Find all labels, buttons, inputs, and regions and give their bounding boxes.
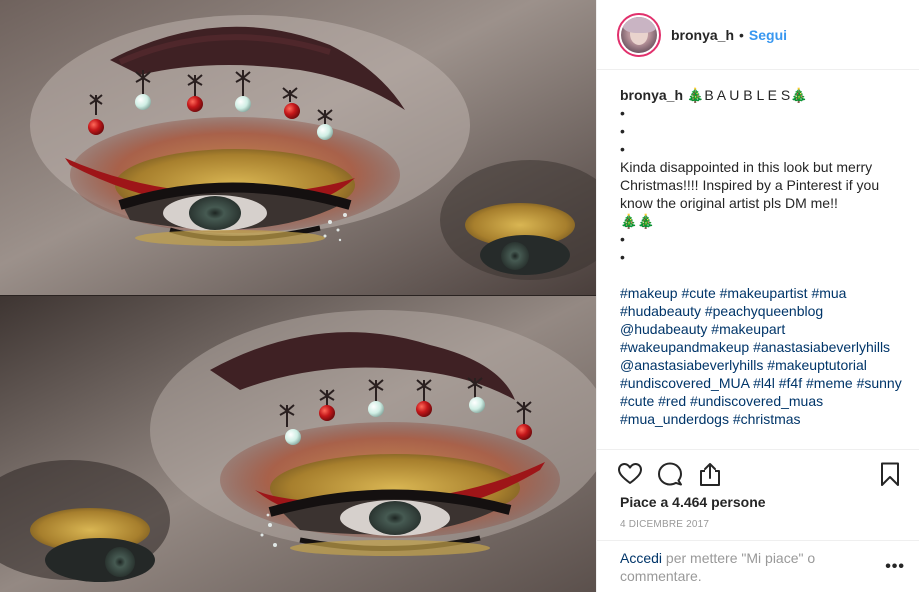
save-button[interactable]	[877, 461, 903, 487]
bookmark-icon	[881, 462, 899, 486]
share-button[interactable]	[697, 461, 723, 487]
caption-bullet: •	[620, 105, 625, 121]
makeup-photo-image	[0, 0, 596, 592]
heart-icon	[618, 463, 642, 484]
follow-button[interactable]: Segui	[749, 27, 787, 43]
instagram-post: bronya_h • Segui bronya_h 🎄B A U B L E S…	[0, 0, 919, 592]
avatar-image	[621, 16, 657, 53]
comment-button[interactable]	[657, 461, 683, 487]
login-prompt: Accedi per mettere "Mi piace" o commenta…	[620, 549, 860, 585]
like-button[interactable]	[617, 461, 643, 487]
login-link[interactable]: Accedi	[620, 550, 662, 566]
post-photo[interactable]	[0, 0, 596, 592]
post-panel: bronya_h • Segui bronya_h 🎄B A U B L E S…	[596, 0, 919, 592]
post-date[interactable]: 4 DICEMBRE 2017	[620, 519, 709, 530]
caption-trees: 🎄🎄	[620, 213, 655, 229]
caption-hashtags[interactable]: #makeup #cute #makeupartist #mua #hudabe…	[620, 284, 905, 428]
caption-bullet: •	[620, 231, 625, 247]
caption-title: 🎄B A U B L E S🎄	[686, 87, 808, 103]
separator-dot: •	[739, 26, 744, 43]
caption-bullet: •	[620, 123, 625, 139]
caption-text: Kinda disappointed in this look but merr…	[620, 159, 880, 211]
caption-bullet: •	[620, 141, 625, 157]
post-caption: bronya_h 🎄B A U B L E S🎄 • • • Kinda dis…	[620, 86, 905, 428]
comment-icon	[658, 462, 682, 486]
more-options-button[interactable]: •••	[885, 558, 905, 576]
caption-bullet: •	[620, 249, 625, 265]
action-bar	[617, 459, 903, 489]
comments-divider	[597, 540, 919, 541]
caption-username-link[interactable]: bronya_h	[620, 87, 683, 103]
post-header: bronya_h • Segui	[597, 0, 919, 70]
likes-count[interactable]: Piace a 4.464 persone	[620, 494, 766, 510]
username-link[interactable]: bronya_h	[671, 27, 734, 43]
share-icon	[700, 463, 720, 486]
avatar[interactable]	[617, 12, 661, 57]
actions-divider	[597, 449, 919, 450]
